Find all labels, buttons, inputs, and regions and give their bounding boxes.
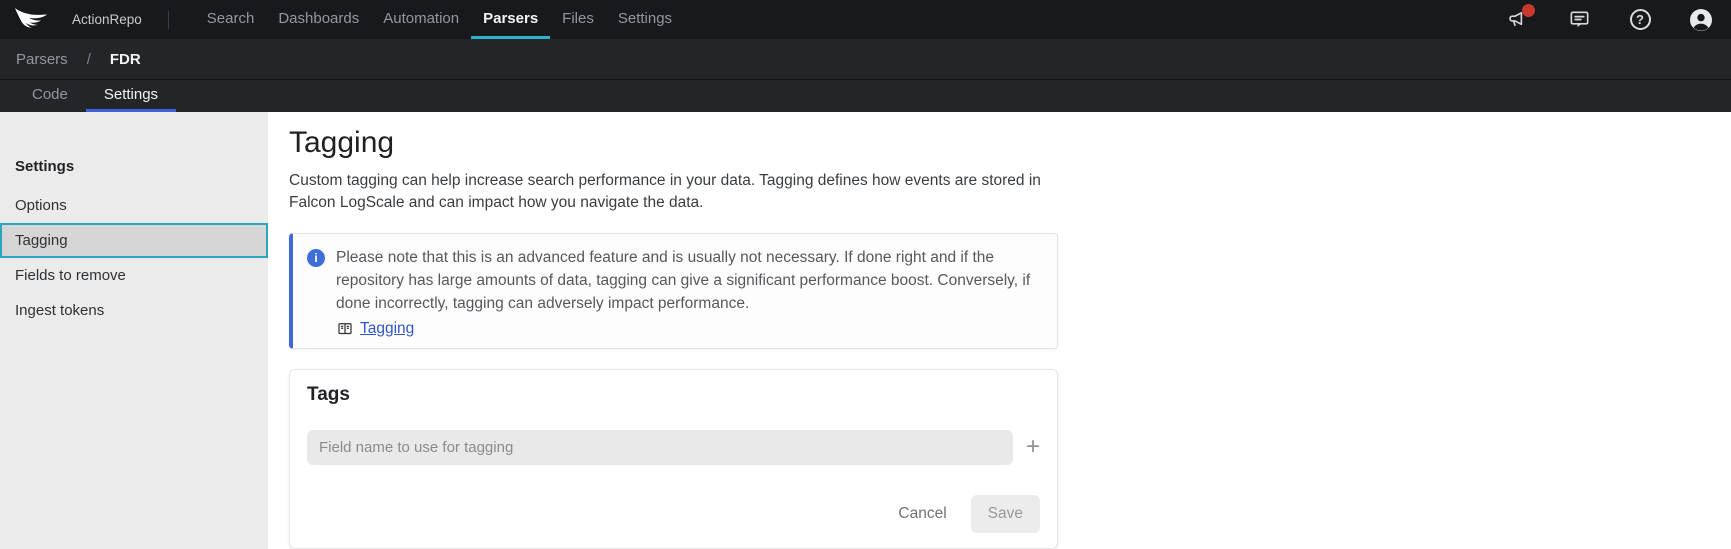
tag-field-input[interactable]: [307, 430, 1013, 465]
cancel-button[interactable]: Cancel: [888, 497, 956, 531]
breadcrumb-separator: /: [87, 51, 91, 68]
nav-item-search[interactable]: Search: [195, 0, 267, 39]
tab-code[interactable]: Code: [14, 80, 86, 112]
nav-item-settings[interactable]: Settings: [606, 0, 684, 39]
sidebar-item-tagging[interactable]: Tagging: [0, 223, 268, 258]
book-icon: [336, 320, 354, 338]
info-alert-body: Please note that this is an advanced fea…: [336, 246, 1041, 338]
help-icon[interactable]: ?: [1628, 8, 1652, 32]
info-alert: i Please note that this is an advanced f…: [289, 233, 1058, 349]
breadcrumb: Parsers / FDR: [0, 39, 1731, 79]
tag-input-row: +: [307, 430, 1040, 465]
info-alert-text: Please note that this is an advanced fea…: [336, 246, 1041, 316]
nav-divider: [168, 11, 169, 29]
tab-settings[interactable]: Settings: [86, 80, 176, 112]
nav-item-parsers[interactable]: Parsers: [471, 0, 550, 39]
avatar-icon[interactable]: [1689, 8, 1713, 32]
sidebar-item-ingest-tokens[interactable]: Ingest tokens: [0, 293, 268, 328]
tagging-docs-link[interactable]: Tagging: [360, 320, 414, 338]
sidebar-heading: Settings: [0, 154, 268, 180]
settings-sidebar: Settings Options Tagging Fields to remov…: [0, 112, 268, 549]
help-glyph: ?: [1630, 9, 1651, 30]
brand-area: ActionRepo: [0, 0, 195, 39]
top-navigation: ActionRepo Search Dashboards Automation …: [0, 0, 1731, 39]
tags-card-actions: Cancel Save: [307, 495, 1040, 533]
falcon-logscale-logo-icon[interactable]: [14, 7, 48, 33]
nav-item-dashboards[interactable]: Dashboards: [266, 0, 371, 39]
page-description: Custom tagging can help increase search …: [289, 170, 1079, 215]
info-icon: i: [307, 249, 325, 267]
topnav-right-icons: ?: [1506, 0, 1731, 39]
breadcrumb-current: FDR: [110, 51, 141, 68]
notification-badge: [1522, 4, 1535, 17]
parser-tabs: Code Settings: [0, 79, 1731, 112]
content-area: Settings Options Tagging Fields to remov…: [0, 112, 1731, 549]
breadcrumb-parsers[interactable]: Parsers: [16, 51, 68, 68]
sidebar-item-fields-to-remove[interactable]: Fields to remove: [0, 258, 268, 293]
main-panel: Tagging Custom tagging can help increase…: [268, 112, 1731, 549]
tags-card: Tags + Cancel Save: [289, 369, 1058, 549]
save-button[interactable]: Save: [971, 495, 1040, 533]
megaphone-icon[interactable]: [1506, 8, 1530, 32]
sidebar-item-options[interactable]: Options: [0, 188, 268, 223]
primary-nav: Search Dashboards Automation Parsers Fil…: [195, 0, 684, 39]
add-tag-icon[interactable]: +: [1026, 437, 1040, 457]
nav-item-files[interactable]: Files: [550, 0, 606, 39]
nav-item-automation[interactable]: Automation: [371, 0, 471, 39]
docs-link-row: Tagging: [336, 320, 1041, 338]
message-icon[interactable]: [1567, 8, 1591, 32]
tags-heading: Tags: [307, 384, 1040, 406]
repo-name[interactable]: ActionRepo: [72, 12, 142, 27]
page-title: Tagging: [289, 126, 1731, 160]
